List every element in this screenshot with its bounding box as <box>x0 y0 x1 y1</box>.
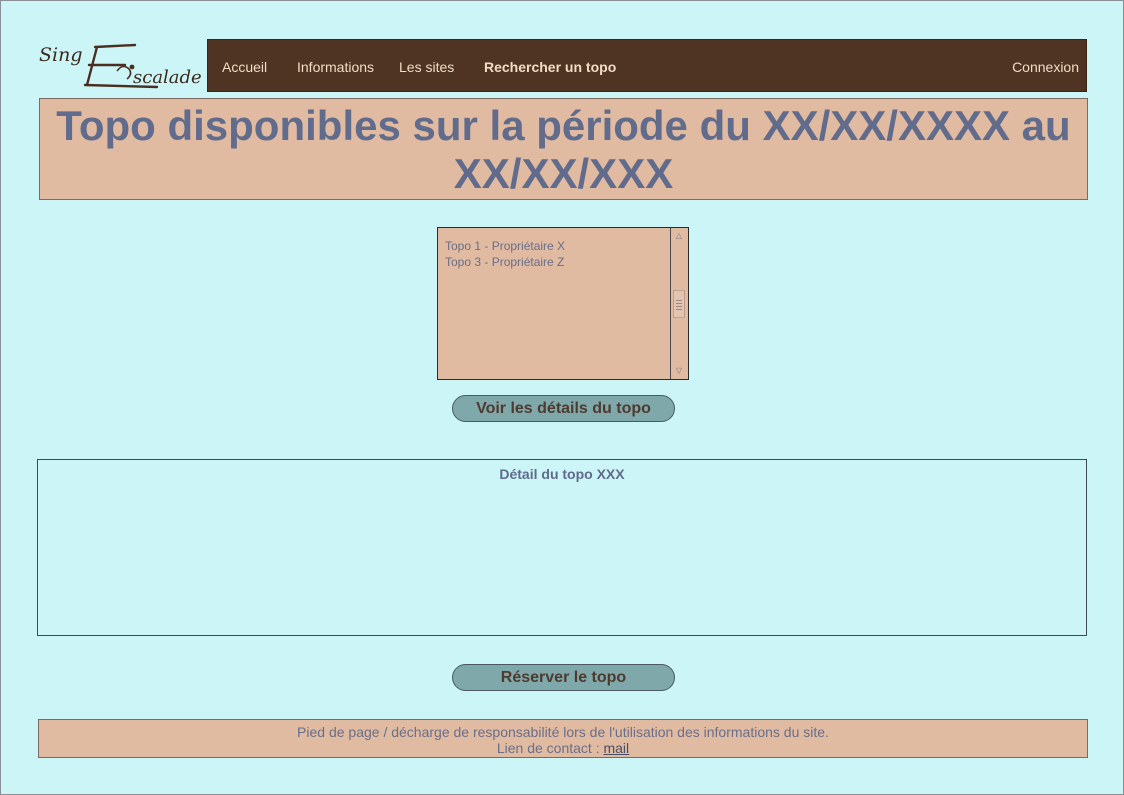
scroll-thumb[interactable] <box>673 290 685 318</box>
nav-les-sites[interactable]: Les sites <box>399 40 454 91</box>
scroll-up-arrow-icon[interactable]: △ <box>674 231 684 241</box>
reserve-topo-button[interactable]: Réserver le topo <box>452 664 675 691</box>
topo-listbox[interactable]: Topo 1 - Propriétaire X Topo 3 - Proprié… <box>437 227 689 380</box>
main-navigation: Accueil Informations Les sites Recherche… <box>207 39 1087 92</box>
footer-mail-link[interactable]: mail <box>603 740 629 756</box>
page-title: Topo disponibles sur la période du XX/XX… <box>56 102 1071 197</box>
nav-connexion[interactable]: Connexion <box>1012 40 1079 91</box>
topo-list-items: Topo 1 - Propriétaire X Topo 3 - Proprié… <box>445 238 565 270</box>
scroll-down-arrow-icon[interactable]: ▽ <box>674 366 684 376</box>
page-footer: Pied de page / décharge de responsabilit… <box>38 719 1088 758</box>
listbox-scrollbar[interactable]: △ ▽ <box>670 228 688 379</box>
view-topo-details-button[interactable]: Voir les détails du topo <box>452 395 675 422</box>
page-title-banner: Topo disponibles sur la période du XX/XX… <box>39 98 1088 200</box>
topo-detail-panel: Détail du topo XXX <box>37 459 1087 636</box>
nav-rechercher-topo[interactable]: Rechercher un topo <box>484 40 616 91</box>
page-frame: Sing scalade Accueil Informations Les si… <box>0 0 1124 795</box>
footer-contact-label: Lien de contact : <box>496 740 604 756</box>
nav-informations[interactable]: Informations <box>297 40 374 91</box>
site-logo[interactable]: Sing scalade <box>37 41 205 91</box>
svg-text:Sing: Sing <box>39 44 83 66</box>
footer-contact: Lien de contact : mail <box>39 740 1087 756</box>
footer-disclaimer: Pied de page / décharge de responsabilit… <box>297 724 829 740</box>
list-item-topo-3[interactable]: Topo 3 - Propriétaire Z <box>445 254 565 270</box>
list-item-topo-1[interactable]: Topo 1 - Propriétaire X <box>445 238 565 254</box>
svg-text:scalade: scalade <box>133 67 202 88</box>
topo-detail-title: Détail du topo XXX <box>499 466 625 482</box>
nav-accueil[interactable]: Accueil <box>222 40 267 91</box>
